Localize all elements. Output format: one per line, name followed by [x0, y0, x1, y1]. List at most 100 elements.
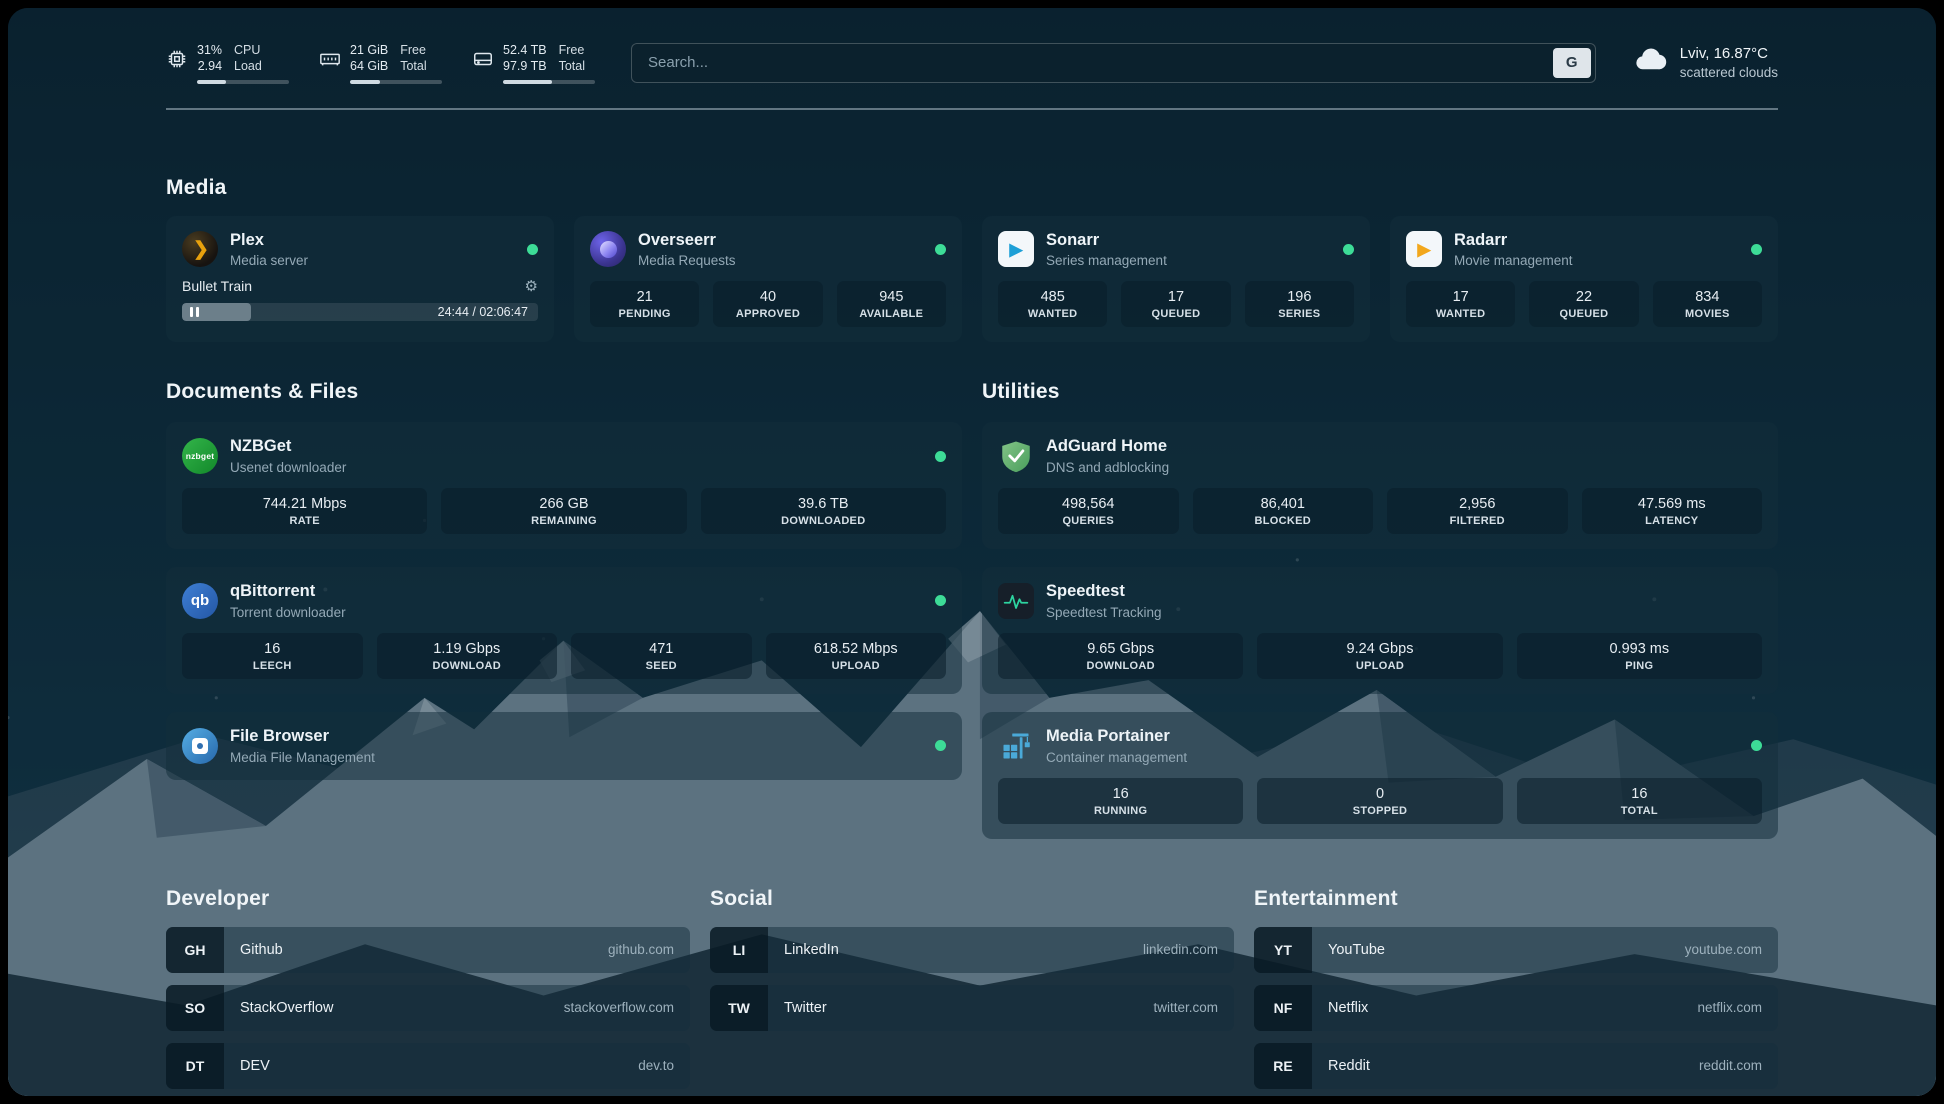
section-title-utilities: Utilities [982, 380, 1778, 404]
speedtest-card[interactable]: Speedtest Speedtest Tracking 9.65 GbpsDO… [982, 567, 1778, 694]
adguard-card[interactable]: AdGuard Home DNS and adblocking 498,564Q… [982, 422, 1778, 549]
nzbget-card[interactable]: nzbget NZBGet Usenet downloader 744.21 M… [166, 422, 962, 549]
bookmark-dev[interactable]: DT DEV dev.to [166, 1043, 690, 1089]
stat-pending: 21PENDING [590, 281, 699, 327]
plex-icon: ❯ [182, 231, 218, 267]
adguard-icon [998, 438, 1034, 474]
cpu-widget: 31% 2.94 CPU Load [166, 42, 289, 84]
stat-downloaded: 39.6 TBDOWNLOADED [701, 488, 946, 534]
disk-icon [472, 48, 494, 70]
status-dot [1343, 244, 1354, 255]
sonarr-icon: ▶ [998, 231, 1034, 267]
bookmark-name: Netflix [1328, 1000, 1368, 1016]
cpu-label-2: Load [234, 58, 262, 74]
bookmark-linkedin[interactable]: LI LinkedIn linkedin.com [710, 927, 1234, 973]
stat-total: 16TOTAL [1517, 778, 1762, 824]
portainer-card[interactable]: Media Portainer Container management 16R… [982, 712, 1778, 839]
disk-label-1: Free [559, 42, 585, 58]
now-playing-title: Bullet Train [182, 278, 252, 294]
cpu-load: 2.94 [198, 58, 222, 74]
overseerr-card[interactable]: Overseerr Media Requests 21PENDING 40APP… [574, 216, 962, 343]
bookmark-abbr: NF [1254, 985, 1312, 1031]
service-name: Plex [230, 231, 308, 251]
stat-ping: 0.993 msPING [1517, 633, 1762, 679]
section-developer: Developer GH Github github.com SO StackO… [166, 887, 690, 1096]
stat-running: 16RUNNING [998, 778, 1243, 824]
disk-usage-bar [503, 80, 595, 84]
service-name: Overseerr [638, 231, 736, 251]
bookmark-name: Github [240, 942, 283, 958]
section-media: Media ❯ Plex Media server Bullet Train ⚙ [166, 176, 1778, 343]
service-subtitle: Movie management [1454, 253, 1573, 268]
service-subtitle: Torrent downloader [230, 605, 346, 620]
filebrowser-card[interactable]: File Browser Media File Management [166, 712, 962, 780]
bookmark-name: StackOverflow [240, 1000, 333, 1016]
bookmark-name: LinkedIn [784, 942, 839, 958]
qbittorrent-icon: qb [182, 583, 218, 619]
bookmark-twitter[interactable]: TW Twitter twitter.com [710, 985, 1234, 1031]
search-input[interactable] [631, 43, 1596, 83]
bookmark-stackoverflow[interactable]: SO StackOverflow stackoverflow.com [166, 985, 690, 1031]
section-title-entertainment: Entertainment [1254, 887, 1778, 911]
pause-button[interactable] [190, 307, 199, 317]
bookmark-reddit[interactable]: RE Reddit reddit.com [1254, 1043, 1778, 1089]
disk-label-2: Total [559, 58, 585, 74]
bookmark-youtube[interactable]: YT YouTube youtube.com [1254, 927, 1778, 973]
plex-card[interactable]: ❯ Plex Media server Bullet Train ⚙ [166, 216, 554, 343]
service-subtitle: Speedtest Tracking [1046, 605, 1162, 620]
bookmark-abbr: YT [1254, 927, 1312, 973]
section-entertainment: Entertainment YT YouTube youtube.com NF … [1254, 887, 1778, 1096]
sonarr-card[interactable]: ▶ Sonarr Series management 485WANTED 17Q… [982, 216, 1370, 343]
service-name: Sonarr [1046, 231, 1167, 251]
radarr-card[interactable]: ▶ Radarr Movie management 17WANTED 22QUE… [1390, 216, 1778, 343]
service-name: qBittorrent [230, 582, 346, 602]
disk-widget: 52.4 TB 97.9 TB Free Total [472, 42, 595, 84]
stat-download: 1.19 GbpsDOWNLOAD [377, 633, 558, 679]
search-bar: G [631, 43, 1596, 83]
top-bar: 31% 2.94 CPU Load [166, 42, 1778, 84]
search-provider-button[interactable]: G [1553, 48, 1591, 78]
memory-widget: 21 GiB 64 GiB Free Total [319, 42, 442, 84]
status-dot [935, 244, 946, 255]
weather-widget: Lviv, 16.87°C scattered clouds [1632, 42, 1778, 83]
plex-progress-bar[interactable]: 24:44 / 02:06:47 [182, 303, 538, 321]
service-subtitle: Usenet downloader [230, 460, 346, 475]
bookmark-name: Reddit [1328, 1058, 1370, 1074]
section-social: Social LI LinkedIn linkedin.com TW Twitt… [710, 887, 1234, 1096]
bookmark-url: github.com [608, 942, 674, 957]
stat-filtered: 2,956FILTERED [1387, 488, 1568, 534]
stat-wanted: 17WANTED [1406, 281, 1515, 327]
stat-leech: 16LEECH [182, 633, 363, 679]
portainer-icon [998, 728, 1034, 764]
radarr-icon: ▶ [1406, 231, 1442, 267]
dashboard-window: 31% 2.94 CPU Load [8, 8, 1936, 1096]
memory-label-2: Total [400, 58, 426, 74]
bookmark-url: linkedin.com [1143, 942, 1218, 957]
cpu-icon [166, 48, 188, 70]
memory-free: 21 GiB [350, 42, 388, 58]
stat-seed: 471SEED [571, 633, 752, 679]
gear-icon[interactable]: ⚙ [525, 279, 538, 294]
status-dot [935, 451, 946, 462]
qbittorrent-card[interactable]: qb qBittorrent Torrent downloader 16LEEC… [166, 567, 962, 694]
bookmark-abbr: LI [710, 927, 768, 973]
stat-latency: 47.569 msLATENCY [1582, 488, 1763, 534]
stat-queued: 17QUEUED [1121, 281, 1230, 327]
bookmark-abbr: SO [166, 985, 224, 1031]
stat-queries: 498,564QUERIES [998, 488, 1179, 534]
stat-available: 945AVAILABLE [837, 281, 946, 327]
service-subtitle: Media server [230, 253, 308, 268]
stat-download: 9.65 GbpsDOWNLOAD [998, 633, 1243, 679]
bookmark-netflix[interactable]: NF Netflix netflix.com [1254, 985, 1778, 1031]
stat-remaining: 266 GBREMAINING [441, 488, 686, 534]
stat-blocked: 86,401BLOCKED [1193, 488, 1374, 534]
weather-condition: scattered clouds [1680, 64, 1778, 82]
bookmark-github[interactable]: GH Github github.com [166, 927, 690, 973]
bookmark-abbr: TW [710, 985, 768, 1031]
cloud-icon [1632, 42, 1668, 83]
memory-icon [319, 48, 341, 70]
bookmark-name: Twitter [784, 1000, 827, 1016]
cpu-percent: 31% [197, 42, 222, 58]
memory-usage-bar [350, 80, 442, 84]
service-name: NZBGet [230, 437, 346, 457]
